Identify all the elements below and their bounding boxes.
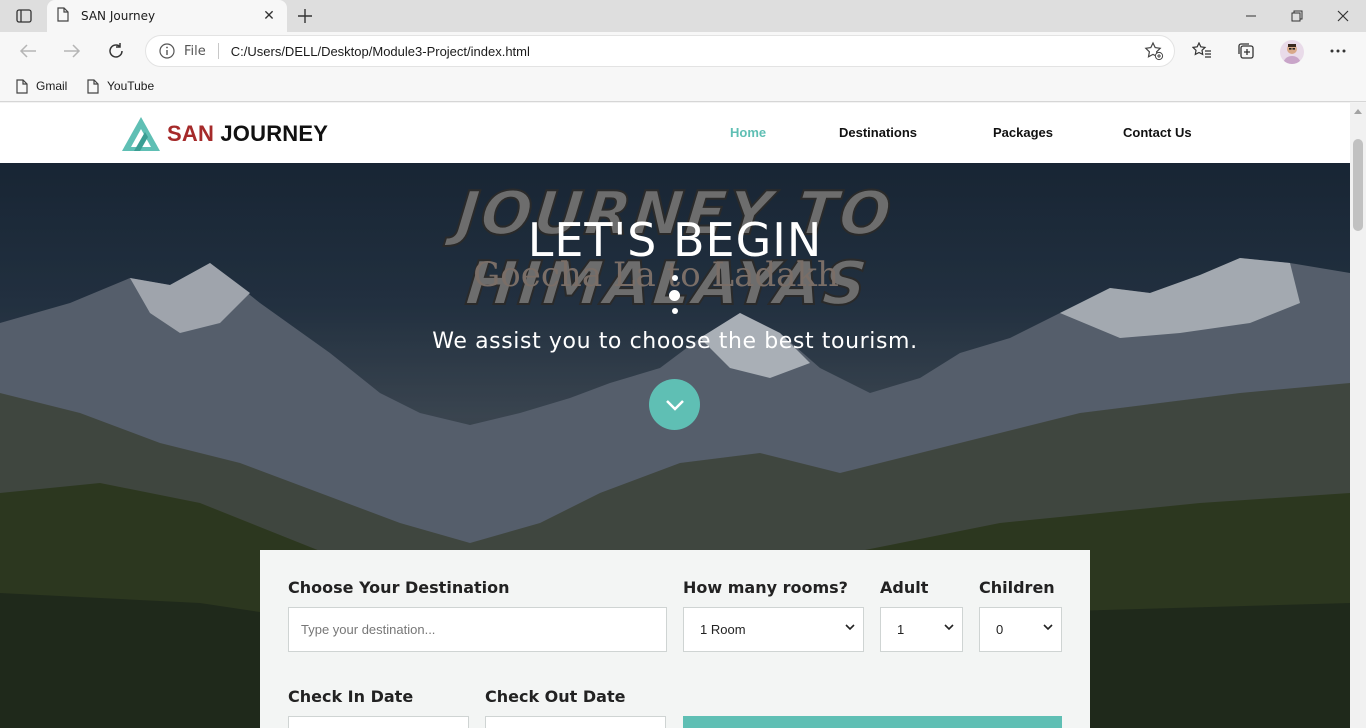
bookmark-gmail[interactable]: Gmail — [16, 76, 67, 96]
page-icon — [57, 6, 69, 26]
minimize-icon[interactable] — [1228, 0, 1274, 32]
file-scheme-label: File — [184, 43, 206, 59]
triangle-logo-icon — [122, 117, 160, 151]
search-button[interactable] — [683, 716, 1062, 728]
logo-text-san: SAN — [167, 121, 215, 146]
browser-tabstrip: SAN Journey ✕ — [0, 0, 1366, 32]
hero-title: LET'S BEGIN — [527, 213, 823, 267]
address-bar[interactable]: File C:/Users/DELL/Desktop/Module3-Proje… — [145, 35, 1175, 67]
chevron-down-icon — [665, 399, 684, 411]
page-icon — [87, 78, 99, 94]
checkout-label: Check Out Date — [485, 687, 626, 706]
close-tab-icon[interactable]: ✕ — [261, 8, 277, 24]
children-value: 0 — [996, 622, 1004, 637]
address-divider — [217, 43, 219, 59]
nav-destinations[interactable]: Destinations — [839, 125, 917, 140]
chevron-down-icon — [1043, 624, 1053, 631]
dots-divider — [669, 275, 681, 317]
nav-home[interactable]: Home — [730, 125, 766, 140]
chevron-down-icon — [845, 624, 855, 631]
browser-toolbar: File C:/Users/DELL/Desktop/Module3-Proje… — [0, 32, 1366, 70]
collections-icon[interactable] — [1234, 39, 1258, 63]
bookmark-label: YouTube — [107, 79, 155, 93]
checkin-date-input[interactable] — [288, 716, 469, 728]
checkout-date-input[interactable] — [485, 716, 666, 728]
more-menu-icon[interactable] — [1326, 39, 1350, 63]
adult-value: 1 — [897, 622, 905, 637]
rooms-select[interactable]: 1 Room — [683, 607, 864, 652]
site-logo[interactable]: SAN JOURNEY — [121, 116, 328, 152]
destination-label: Choose Your Destination — [288, 578, 510, 597]
bookmarks-bar: Gmail YouTube — [0, 70, 1366, 102]
new-tab-icon[interactable] — [294, 5, 316, 27]
children-label: Children — [979, 578, 1055, 597]
rooms-value: 1 Room — [700, 622, 746, 637]
forward-arrow-icon[interactable] — [60, 39, 84, 63]
nav-contact-us[interactable]: Contact Us — [1123, 125, 1192, 140]
hero-tagline: We assist you to choose the best tourism… — [432, 329, 918, 354]
bookmark-label: Gmail — [36, 79, 68, 93]
site-header: SAN JOURNEY Home Destinations Packages C… — [0, 103, 1350, 163]
tab-actions-icon[interactable] — [12, 6, 36, 26]
adult-select[interactable]: 1 — [880, 607, 963, 652]
adult-label: Adult — [880, 578, 929, 597]
favorites-icon[interactable] — [1190, 39, 1214, 63]
scroll-down-button[interactable] — [649, 379, 700, 430]
profile-avatar[interactable] — [1280, 40, 1304, 64]
page-viewport: SAN JOURNEY Home Destinations Packages C… — [0, 103, 1366, 728]
scroll-thumb[interactable] — [1353, 139, 1363, 231]
booking-form: Choose Your Destination Type your destin… — [260, 550, 1090, 728]
tab-title: SAN Journey — [81, 9, 156, 23]
logo-text-journey: JOURNEY — [220, 121, 329, 146]
bookmark-youtube[interactable]: YouTube — [87, 76, 154, 96]
restore-icon[interactable] — [1274, 0, 1320, 32]
refresh-icon[interactable] — [104, 39, 128, 63]
destination-input[interactable]: Type your destination... — [288, 607, 667, 652]
checkin-label: Check In Date — [288, 687, 414, 706]
close-window-icon[interactable] — [1320, 0, 1366, 32]
add-favorite-icon[interactable] — [1142, 39, 1166, 63]
chevron-down-icon — [944, 624, 954, 631]
back-arrow-icon[interactable] — [16, 39, 40, 63]
window-controls — [1228, 0, 1366, 32]
scroll-up-arrow-icon[interactable] — [1354, 109, 1362, 114]
hero-section: JOURNEY TO HIMALAYAS Goecha La to Ladakh… — [0, 163, 1350, 728]
browser-tab-active[interactable]: SAN Journey ✕ — [47, 0, 287, 32]
rooms-label: How many rooms? — [683, 578, 848, 597]
url-text[interactable]: C:/Users/DELL/Desktop/Module3-Project/in… — [231, 44, 1142, 59]
page-scrollbar[interactable] — [1350, 103, 1366, 728]
page-icon — [16, 78, 28, 94]
info-icon[interactable] — [158, 42, 176, 60]
children-select[interactable]: 0 — [979, 607, 1062, 652]
nav-packages[interactable]: Packages — [993, 125, 1053, 140]
